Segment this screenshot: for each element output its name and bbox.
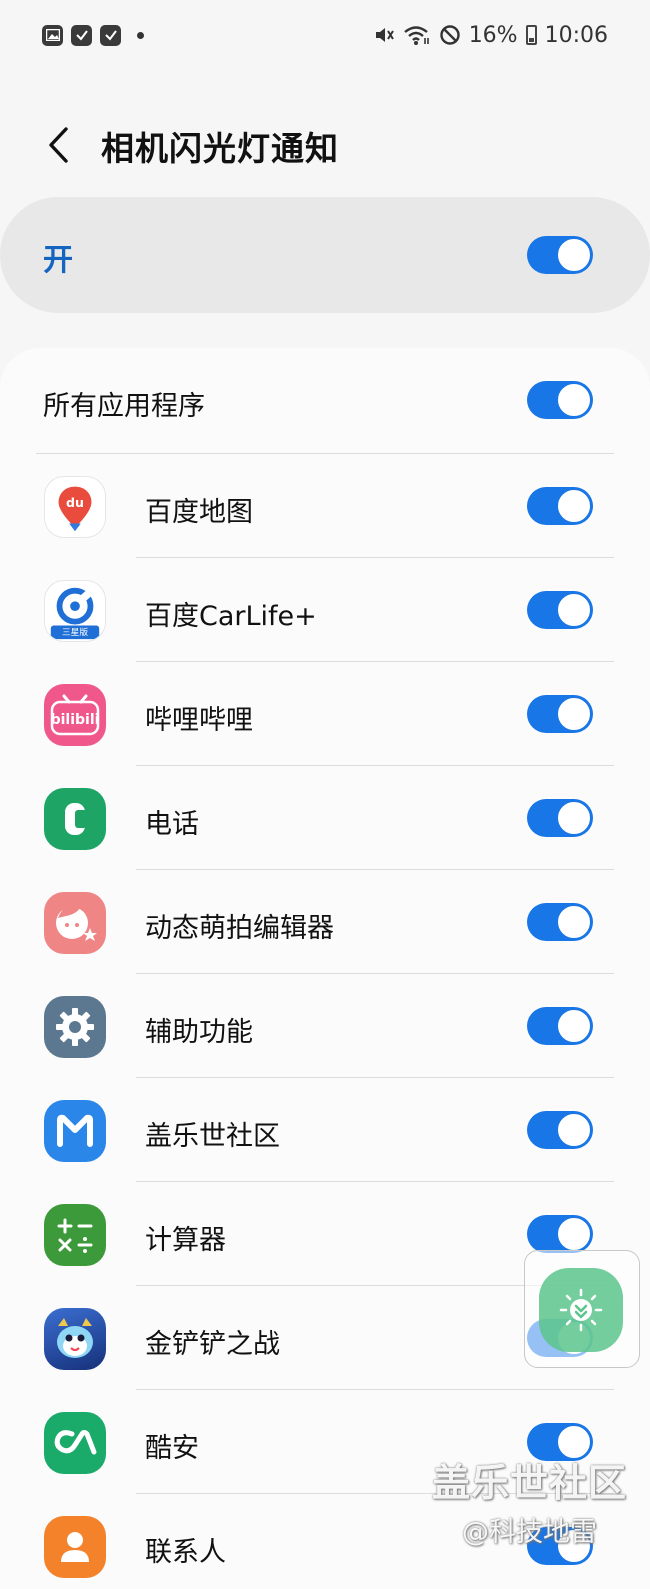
app-toggle[interactable] [527, 487, 593, 525]
svg-text:du: du [66, 495, 84, 510]
jinchanchan-game-icon [44, 1308, 106, 1370]
toggle-knob [556, 592, 592, 628]
floating-assistant-button[interactable] [539, 1268, 623, 1352]
check-notification-icon [71, 24, 92, 46]
toggle-knob [556, 382, 592, 418]
master-toggle[interactable] [527, 236, 593, 274]
app-label: 金铲铲之战 [145, 1329, 280, 1360]
app-label: 百度CarLife+ [145, 601, 317, 632]
toggle-knob [556, 1216, 592, 1252]
toggle-knob [556, 800, 592, 836]
ar-emoji-editor-icon [44, 892, 106, 954]
more-notifications-dot [137, 31, 144, 39]
chevron-left-icon [49, 127, 68, 163]
app-row-baidu-carlife[interactable]: 三星版 百度CarLife+ [0, 558, 650, 662]
phone-icon [44, 788, 106, 850]
page-title: 相机闪光灯通知 [101, 129, 339, 168]
image-icon [42, 24, 63, 46]
toggle-knob [556, 696, 592, 732]
all-apps-toggle[interactable] [527, 381, 593, 419]
app-toggle[interactable] [527, 695, 593, 733]
app-toggle[interactable] [527, 591, 593, 629]
app-label: 计算器 [145, 1225, 226, 1256]
wifi-icon [403, 24, 431, 46]
battery-icon [525, 25, 537, 45]
app-row-accessibility[interactable]: 辅助功能 [0, 974, 650, 1078]
app-row-ar-emoji-editor[interactable]: 动态萌拍编辑器 [0, 870, 650, 974]
app-toggle[interactable] [527, 799, 593, 837]
contacts-icon [44, 1516, 106, 1578]
watermark-author: @科技地雷 [462, 1517, 597, 1548]
app-label: 盖乐世社区 [145, 1121, 280, 1152]
app-row-bilibili[interactable]: bilibili 哔哩哔哩 [0, 662, 650, 766]
all-apps-label: 所有应用程序 [43, 391, 205, 422]
app-label: 动态萌拍编辑器 [145, 913, 334, 944]
app-list-card: 所有应用程序 du 百度地图 三星版 百度CarLife+ bilibili 哔… [0, 348, 650, 1589]
mute-icon [373, 24, 395, 46]
toggle-knob [556, 904, 592, 940]
app-row-phone[interactable]: 电话 [0, 766, 650, 870]
carlife-caption: 三星版 [62, 626, 88, 638]
check-notification-icon [100, 24, 121, 46]
coolapk-icon [44, 1412, 106, 1474]
watermark-community: 盖乐世社区 [432, 1461, 628, 1505]
app-label: 联系人 [145, 1537, 226, 1568]
toggle-knob [556, 1112, 592, 1148]
samsung-members-icon [44, 1100, 106, 1162]
clock: 10:06 [544, 22, 608, 48]
status-bar: 16% 10:06 [0, 0, 650, 70]
battery-percent: 16% [468, 22, 518, 48]
bilibili-caption: bilibili [51, 712, 100, 728]
app-row-baidu-map[interactable]: du 百度地图 [0, 454, 650, 558]
floating-assistant-panel[interactable] [524, 1250, 640, 1368]
bilibili-icon: bilibili [44, 684, 106, 746]
baidu-carlife-icon: 三星版 [44, 580, 106, 642]
toggle-knob [556, 237, 592, 273]
app-row-samsung-members[interactable]: 盖乐世社区 [0, 1078, 650, 1182]
status-bar-right: 16% 10:06 [373, 23, 608, 48]
app-toggle[interactable] [527, 1007, 593, 1045]
app-label: 哔哩哔哩 [145, 705, 253, 736]
master-switch-label: 开 [43, 243, 73, 278]
app-toggle[interactable] [527, 1215, 593, 1253]
toggle-knob [556, 1008, 592, 1044]
sun-chevron-icon [559, 1288, 603, 1332]
dnd-icon [439, 24, 461, 46]
master-switch-row[interactable]: 开 [0, 197, 650, 313]
toggle-knob [556, 488, 592, 524]
app-label: 酷安 [145, 1433, 199, 1464]
app-toggle[interactable] [527, 1111, 593, 1149]
status-bar-left [42, 24, 144, 46]
back-button[interactable] [38, 122, 78, 168]
header: 相机闪光灯通知 [0, 100, 650, 190]
app-toggle[interactable] [527, 903, 593, 941]
baidu-map-icon: du [44, 476, 106, 538]
accessibility-gear-icon [44, 996, 106, 1058]
app-label: 辅助功能 [145, 1017, 253, 1048]
app-label: 电话 [145, 809, 199, 840]
all-apps-row[interactable]: 所有应用程序 [0, 348, 650, 453]
calculator-icon [44, 1204, 106, 1266]
app-label: 百度地图 [145, 497, 253, 528]
